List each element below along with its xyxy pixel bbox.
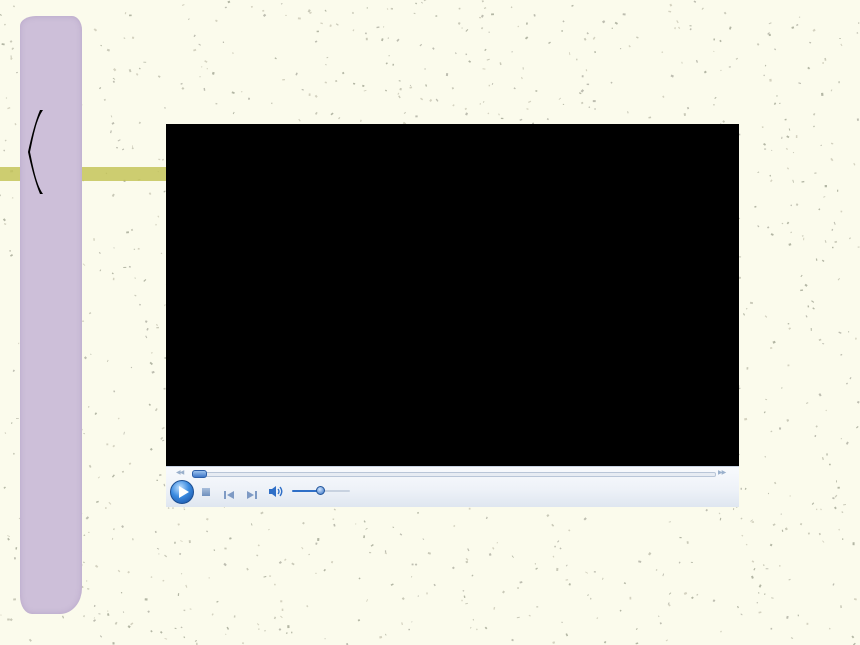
next-button[interactable] [246,487,258,499]
volume-thumb[interactable] [316,486,325,495]
mute-button[interactable] [268,485,284,498]
left-bracket-icon [28,110,43,194]
decorative-side-strip [20,16,82,614]
video-display[interactable] [166,124,739,466]
next-track-icon [247,491,257,499]
stop-icon [202,488,210,496]
play-button[interactable] [170,480,194,504]
stop-button[interactable] [201,487,211,497]
previous-button[interactable] [223,487,235,499]
fast-forward-icon[interactable]: ▶▶ [718,469,726,476]
player-controls: ◀◀ ▶▶ [166,466,739,507]
seek-thumb[interactable] [192,470,207,478]
rewind-icon[interactable]: ◀◀ [176,469,184,476]
previous-track-icon [224,491,234,499]
media-player: ◀◀ ▶▶ [166,124,739,507]
seek-bar[interactable] [192,472,716,477]
play-icon [179,486,189,498]
speaker-icon [269,486,283,497]
